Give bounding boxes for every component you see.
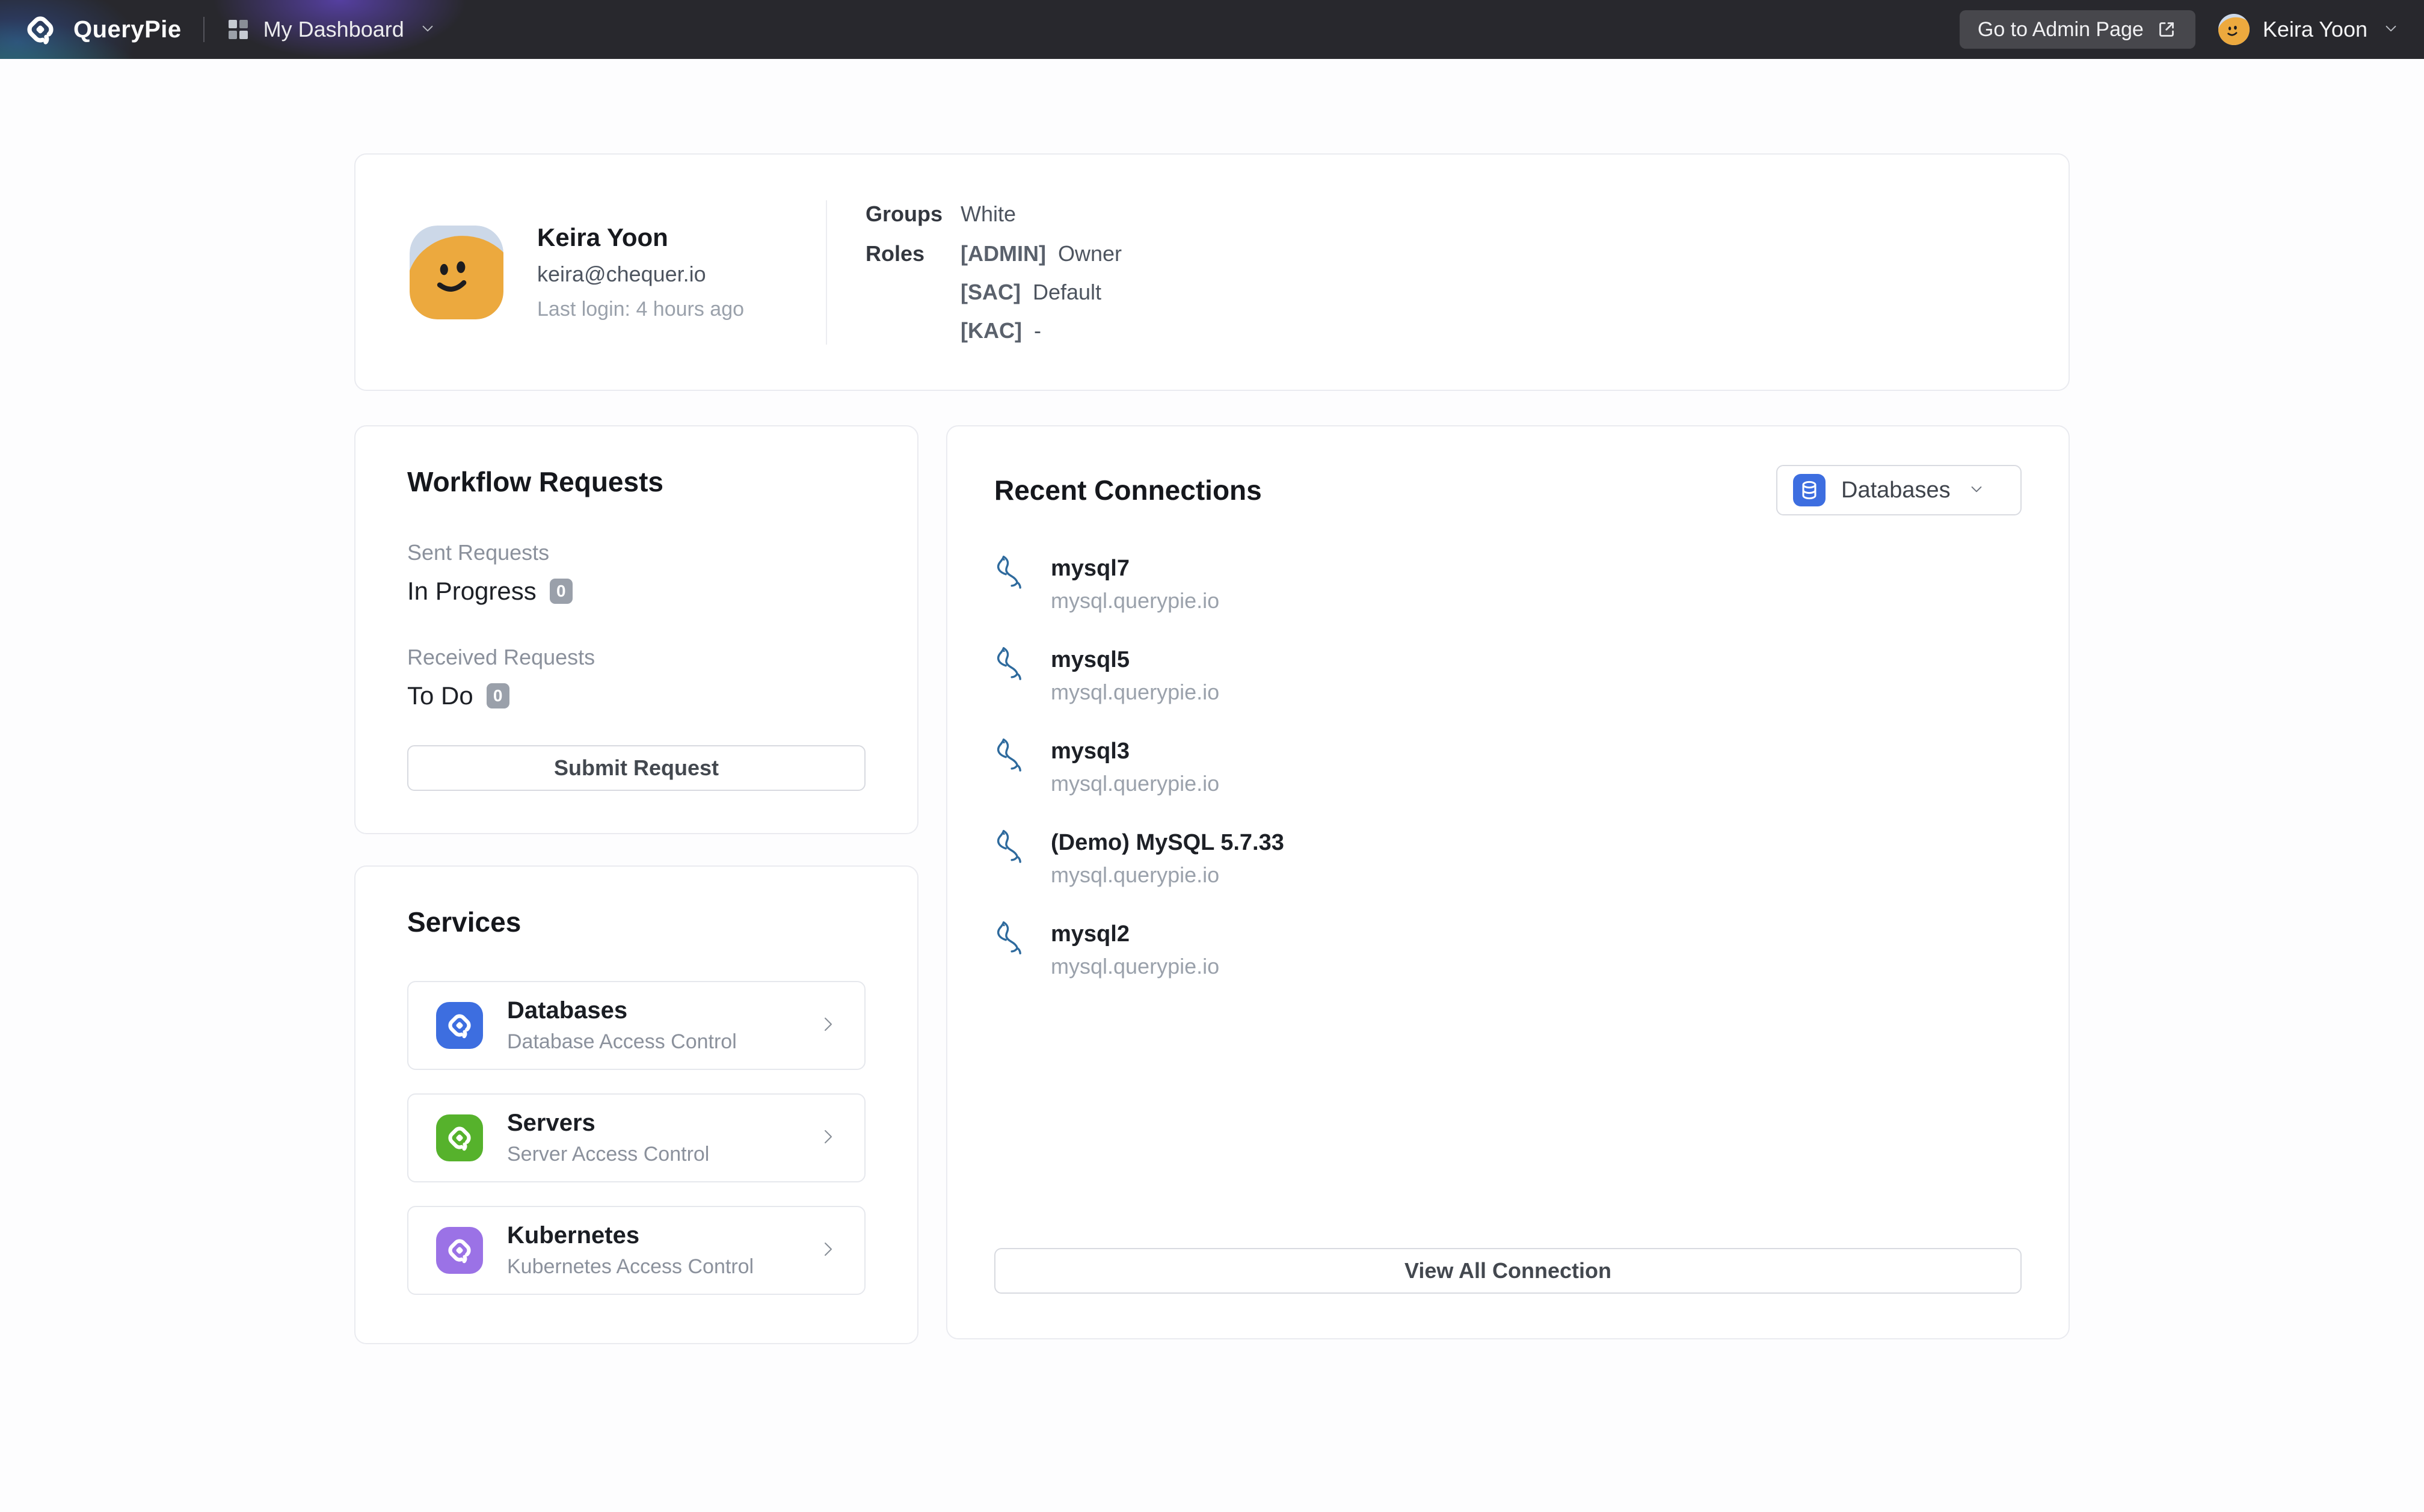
roles-list: [ADMIN] Owner [SAC] Default [KAC] - — [961, 241, 1122, 343]
chevron-down-icon — [417, 18, 438, 41]
chevron-right-icon — [816, 1125, 840, 1152]
groups-label: Groups — [866, 201, 957, 227]
connection-host: mysql.querypie.io — [1051, 862, 1284, 888]
connection-name: mysql3 — [1051, 737, 1219, 766]
view-all-connection-button[interactable]: View All Connection — [994, 1248, 2022, 1294]
mysql-icon — [994, 920, 1030, 960]
todo-row[interactable]: To Do 0 — [407, 680, 866, 711]
grid-icon — [226, 17, 250, 41]
sent-requests-label: Sent Requests — [407, 539, 866, 566]
user-name: Keira Yoon — [2263, 17, 2367, 42]
roles-label: Roles — [866, 241, 957, 266]
service-description: Database Access Control — [507, 1030, 737, 1054]
service-item[interactable]: Databases Database Access Control — [407, 981, 866, 1070]
connection-name: (Demo) MySQL 5.7.33 — [1051, 828, 1284, 857]
role-value: Default — [1033, 280, 1101, 305]
connection-list: mysql7 mysql.querypie.io mysql5 mysql.qu… — [994, 554, 2022, 1011]
service-name: Servers — [507, 1110, 709, 1137]
service-description: Server Access Control — [507, 1143, 709, 1166]
profile-last-login: Last login: 4 hours ago — [537, 298, 802, 321]
external-link-icon — [2156, 19, 2177, 40]
recent-connections-title: Recent Connections — [994, 473, 1262, 507]
service-list: Databases Database Access Control Server… — [407, 981, 866, 1295]
admin-button-label: Go to Admin Page — [1978, 18, 2144, 41]
mysql-icon — [994, 828, 1030, 869]
in-progress-count-badge: 0 — [550, 579, 573, 604]
role-value: - — [1034, 318, 1041, 343]
profile-email: keira@chequer.io — [537, 262, 802, 287]
connection-host: mysql.querypie.io — [1051, 588, 1219, 614]
querypie-service-icon — [436, 1114, 483, 1161]
querypie-service-icon — [436, 1227, 483, 1274]
in-progress-label: In Progress — [407, 576, 537, 607]
todo-count-badge: 0 — [487, 683, 509, 708]
chevron-right-icon — [816, 1012, 840, 1039]
connection-type-select[interactable]: Databases — [1776, 465, 2022, 515]
chevron-right-icon — [816, 1237, 840, 1264]
received-requests-label: Received Requests — [407, 644, 866, 671]
topbar-divider — [203, 17, 205, 42]
role-row: [SAC] Default — [961, 280, 1122, 305]
connection-item[interactable]: mysql7 mysql.querypie.io — [994, 554, 2022, 614]
chevron-down-icon — [2381, 18, 2401, 41]
connection-host: mysql.querypie.io — [1051, 953, 1219, 980]
in-progress-row[interactable]: In Progress 0 — [407, 576, 866, 607]
workflow-requests-card: Workflow Requests Sent Requests In Progr… — [354, 425, 918, 834]
connection-host: mysql.querypie.io — [1051, 679, 1219, 705]
user-avatar — [2218, 14, 2250, 45]
todo-label: To Do — [407, 680, 473, 711]
select-value: Databases — [1841, 478, 1951, 503]
connection-name: mysql5 — [1051, 645, 1219, 674]
role-tag: [KAC] — [961, 318, 1022, 343]
mysql-icon — [994, 737, 1030, 778]
user-menu[interactable]: Keira Yoon — [2218, 14, 2401, 45]
service-name: Kubernetes — [507, 1222, 754, 1249]
brand: QueryPie — [23, 12, 182, 47]
services-card: Services Databases Database Access Contr… — [354, 865, 918, 1344]
go-to-admin-page-button[interactable]: Go to Admin Page — [1960, 10, 2195, 49]
connection-name: mysql2 — [1051, 920, 1219, 948]
service-name: Databases — [507, 997, 737, 1024]
mysql-icon — [994, 554, 1030, 595]
submit-request-button[interactable]: Submit Request — [407, 745, 866, 791]
connection-item[interactable]: (Demo) MySQL 5.7.33 mysql.querypie.io — [994, 828, 2022, 888]
profile-divider — [826, 200, 827, 345]
profile-avatar — [410, 226, 503, 319]
nav-my-dashboard[interactable]: My Dashboard — [226, 17, 438, 42]
connection-name: mysql7 — [1051, 554, 1219, 583]
app-name: QueryPie — [73, 16, 182, 43]
role-tag: [SAC] — [961, 280, 1021, 305]
database-icon — [1793, 474, 1826, 506]
topbar: QueryPie My Dashboard Go to Admin Page — [0, 0, 2424, 59]
connection-item[interactable]: mysql5 mysql.querypie.io — [994, 645, 2022, 705]
connection-item[interactable]: mysql3 mysql.querypie.io — [994, 737, 2022, 797]
workflow-title: Workflow Requests — [407, 465, 866, 499]
role-row: [KAC] - — [961, 318, 1122, 343]
mysql-icon — [994, 645, 1030, 686]
service-description: Kubernetes Access Control — [507, 1255, 754, 1279]
role-value: Owner — [1058, 241, 1122, 266]
recent-connections-card: Recent Connections Databases — [946, 425, 2070, 1339]
querypie-logo-icon — [23, 12, 58, 47]
groups-value: White — [961, 201, 1122, 227]
nav-label: My Dashboard — [263, 17, 404, 42]
role-tag: [ADMIN] — [961, 241, 1046, 266]
connection-host: mysql.querypie.io — [1051, 770, 1219, 797]
profile-name: Keira Yoon — [537, 223, 802, 252]
chevron-down-icon — [1966, 479, 1987, 502]
services-title: Services — [407, 905, 866, 939]
service-item[interactable]: Kubernetes Kubernetes Access Control — [407, 1206, 866, 1295]
service-item[interactable]: Servers Server Access Control — [407, 1093, 866, 1182]
role-row: [ADMIN] Owner — [961, 241, 1122, 266]
profile-card: Keira Yoon keira@chequer.io Last login: … — [354, 153, 2070, 391]
connection-item[interactable]: mysql2 mysql.querypie.io — [994, 920, 2022, 980]
querypie-service-icon — [436, 1002, 483, 1049]
